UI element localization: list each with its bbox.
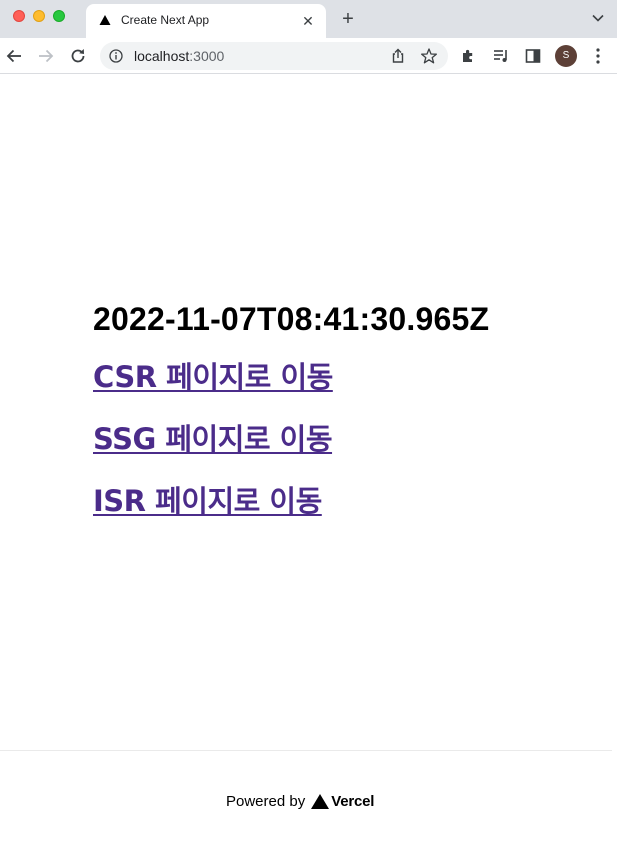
vercel-triangle-icon	[311, 794, 330, 809]
url-text: localhost:3000	[134, 48, 224, 64]
vercel-logo: Vercel	[311, 793, 374, 810]
window-minimize-button[interactable]	[33, 10, 45, 22]
info-icon[interactable]	[109, 49, 123, 63]
tab-close-icon[interactable]: ✕	[300, 13, 316, 29]
chevron-down-icon[interactable]	[591, 11, 605, 25]
profile-avatar[interactable]: S	[555, 45, 577, 67]
media-control-icon[interactable]	[492, 47, 510, 65]
extensions-puzzle-icon[interactable]	[460, 47, 478, 65]
powered-by-text: Powered by	[226, 793, 306, 810]
tab-title: Create Next App	[121, 13, 210, 27]
vercel-favicon-icon	[99, 15, 111, 25]
page-footer: Powered by Vercel	[0, 750, 612, 845]
forward-arrow-icon[interactable]	[36, 46, 56, 66]
more-menu-icon[interactable]	[590, 46, 606, 66]
url-host: localhost	[134, 48, 190, 64]
share-icon[interactable]	[390, 48, 406, 64]
url-port: :3000	[189, 48, 225, 64]
powered-by-vercel-link[interactable]: Powered by Vercel	[226, 793, 374, 810]
side-panel-icon[interactable]	[524, 47, 542, 65]
vercel-wordmark: Vercel	[331, 793, 375, 810]
tab-create-next-app[interactable]: Create Next App ✕	[86, 4, 326, 38]
isr-page-link[interactable]: ISR 페이지로 이동	[93, 480, 489, 522]
csr-page-link[interactable]: CSR 페이지로 이동	[93, 356, 489, 398]
page-viewport: 2022-11-07T08:41:30.965Z CSR 페이지로 이동 SSG…	[0, 75, 617, 845]
back-arrow-icon[interactable]	[4, 46, 24, 66]
ssg-page-link[interactable]: SSG 페이지로 이동	[93, 418, 489, 460]
window-maximize-button[interactable]	[53, 10, 65, 22]
page-timestamp: 2022-11-07T08:41:30.965Z	[93, 301, 490, 337]
window-close-button[interactable]	[13, 10, 25, 22]
bookmark-star-icon[interactable]	[420, 47, 438, 65]
new-tab-button[interactable]: +	[338, 8, 358, 30]
browser-window: Create Next App ✕ + localhost:3000 S 202…	[0, 0, 617, 845]
reload-icon[interactable]	[68, 46, 88, 66]
browser-toolbar: localhost:3000 S	[0, 38, 617, 74]
address-bar[interactable]: localhost:3000	[100, 42, 448, 70]
tab-strip: Create Next App ✕ +	[0, 0, 617, 38]
main-content: 2022-11-07T08:41:30.965Z CSR 페이지로 이동 SSG…	[93, 300, 489, 522]
